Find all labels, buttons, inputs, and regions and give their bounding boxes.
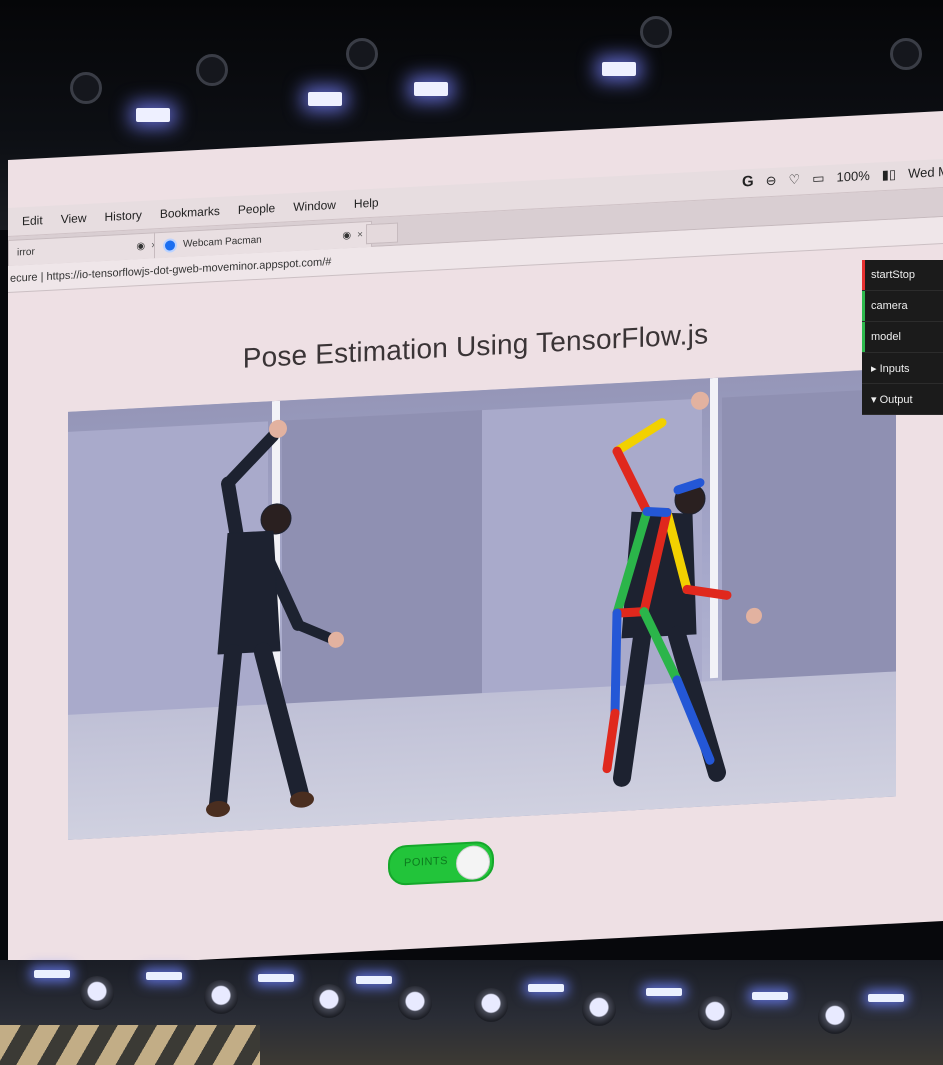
- tab-label: irror: [17, 246, 35, 259]
- new-tab-button[interactable]: [366, 222, 398, 245]
- ceiling-fixture: [70, 72, 102, 104]
- toggle-knob[interactable]: [456, 844, 490, 881]
- menu-bookmarks[interactable]: Bookmarks: [160, 204, 220, 221]
- stage-light: [646, 988, 682, 996]
- ceiling-fixture: [640, 16, 672, 48]
- skeleton-segment: [602, 708, 620, 774]
- gui-startstop[interactable]: startStop: [862, 260, 943, 291]
- battery-percent: 100%: [836, 167, 870, 185]
- grammarly-icon[interactable]: G: [742, 173, 754, 191]
- gui-label: ▾ Output: [871, 393, 913, 406]
- gui-label: startStop: [871, 269, 916, 281]
- ceiling-light: [308, 92, 342, 106]
- battery-icon[interactable]: ▮▯: [882, 166, 896, 183]
- gui-label: model: [871, 331, 901, 343]
- record-icon: ◉: [342, 230, 352, 242]
- ceiling-fixture: [346, 38, 378, 70]
- stage-fixture: [582, 992, 616, 1026]
- gui-label: camera: [871, 300, 908, 312]
- projection-screen: Edit View History Bookmarks People Windo…: [0, 110, 943, 980]
- record-icon: ◉: [136, 240, 146, 253]
- vpn-icon[interactable]: ⊖: [766, 172, 777, 189]
- toggle-label: POINTS: [404, 854, 448, 870]
- close-icon[interactable]: ×: [357, 229, 363, 240]
- wifi-icon[interactable]: ♡: [789, 171, 801, 188]
- browser-window: Edit View History Bookmarks People Windo…: [8, 110, 943, 971]
- ceiling-light: [602, 62, 636, 76]
- skeleton-segment: [612, 418, 667, 456]
- menu-window[interactable]: Window: [293, 198, 336, 214]
- system-tray: G ⊖ ♡ ▭ 100% ▮▯ Wed M: [742, 163, 943, 191]
- ceiling-fixture: [890, 38, 922, 70]
- skeleton-segment: [612, 446, 652, 517]
- gui-camera[interactable]: camera: [862, 291, 943, 322]
- person-silhouette: [206, 419, 344, 818]
- stage-fixture: [80, 976, 114, 1010]
- menu-view[interactable]: View: [61, 211, 87, 226]
- tab-label: Webcam Pacman: [183, 234, 262, 250]
- gui-folder-inputs[interactable]: ▸ Inputs: [862, 353, 943, 384]
- stage-light: [752, 992, 788, 1000]
- stage-light: [258, 974, 294, 982]
- control-panel: startStop camera model ▸ Inputs ▾ Output: [862, 260, 943, 415]
- stage-light: [528, 984, 564, 992]
- floor-stripes: [0, 1025, 260, 1065]
- menu-help[interactable]: Help: [354, 196, 379, 211]
- menu-history[interactable]: History: [104, 208, 141, 224]
- stage-fixture: [398, 986, 432, 1020]
- stage-light: [356, 976, 392, 984]
- ceiling-light: [414, 82, 448, 96]
- skeleton-segment: [642, 507, 672, 517]
- ceiling-fixture: [196, 54, 228, 86]
- stage-fixture: [818, 1000, 852, 1034]
- stage-fixture: [474, 988, 508, 1022]
- gui-label: ▸ Inputs: [871, 362, 910, 375]
- stage-fixture: [204, 980, 238, 1014]
- chrome-icon: [163, 237, 177, 253]
- skeleton-segment: [610, 608, 622, 718]
- clock[interactable]: Wed M: [908, 164, 943, 181]
- video-panel: [68, 368, 896, 840]
- menu-edit[interactable]: Edit: [22, 213, 43, 228]
- menu-people[interactable]: People: [238, 201, 275, 217]
- stage-light: [868, 994, 904, 1002]
- ceiling-light: [136, 108, 170, 122]
- stage-fixture: [698, 996, 732, 1030]
- gui-model[interactable]: model: [862, 322, 943, 353]
- pose-overlay-feed: [482, 368, 896, 819]
- pose-skeleton: [602, 391, 762, 787]
- stage-light: [34, 970, 70, 978]
- webcam-feed: [68, 390, 482, 840]
- stage-light: [146, 972, 182, 980]
- airplay-icon[interactable]: ▭: [812, 170, 824, 187]
- points-toggle[interactable]: POINTS: [388, 840, 494, 887]
- gui-folder-output[interactable]: ▾ Output: [862, 384, 943, 415]
- stage-fixture: [312, 984, 346, 1018]
